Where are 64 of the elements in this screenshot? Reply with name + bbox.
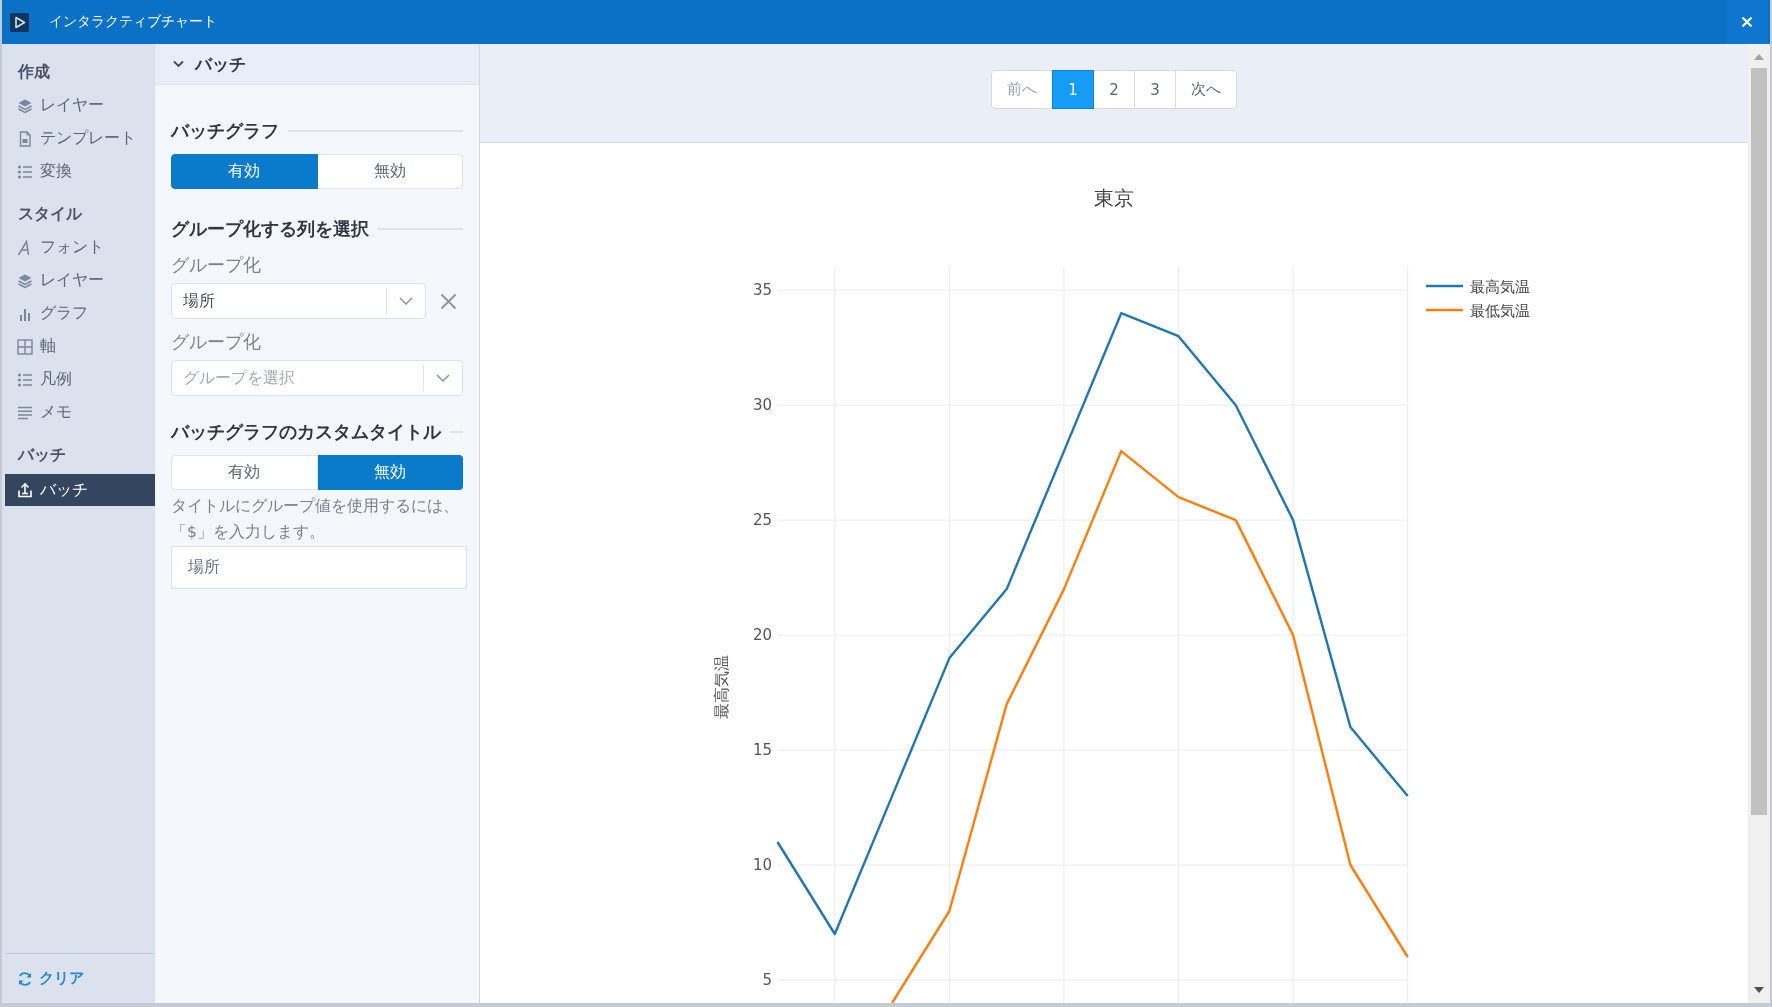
document-icon (17, 130, 33, 147)
chart-title: 東京 (1094, 186, 1134, 210)
y-tick-label: 5 (762, 971, 772, 989)
chevron-down-icon (436, 374, 450, 382)
window-title: インタラクティブチャート (49, 13, 217, 31)
sidebar-item[interactable]: グラフ (5, 297, 155, 330)
y-tick-label: 35 (752, 281, 772, 300)
sidebar-item[interactable]: 凡例 (5, 363, 155, 396)
y-tick-label: 20 (752, 626, 772, 645)
sidebar-section-title: スタイル (17, 203, 83, 225)
y-tick-label: 15 (752, 741, 772, 760)
section-heading: バッチグラフのカスタムタイトル (171, 421, 441, 444)
sidebar-item[interactable]: バッチ (5, 474, 155, 506)
field-label: グループ化 (171, 331, 262, 354)
sidebar-item[interactable]: メモ (5, 396, 155, 429)
sidebar-item[interactable]: レイヤー (5, 89, 155, 122)
sidebar-item[interactable]: 軸 (5, 330, 155, 363)
refresh-icon (17, 970, 33, 987)
y-tick-label: 10 (752, 856, 772, 875)
layers-icon (17, 97, 33, 114)
section-heading: グループ化する列を選択 (171, 218, 369, 241)
layers-icon (17, 272, 33, 289)
field-label: グループ化 (171, 254, 262, 277)
scrollbar[interactable] (1748, 44, 1770, 1003)
list-icon (17, 163, 33, 180)
section-heading: バッチグラフ (171, 120, 279, 143)
scroll-up-arrow-icon[interactable] (1754, 54, 1764, 60)
toggle-option[interactable]: 無効 (317, 455, 463, 490)
text-lines-icon (17, 404, 33, 421)
page-button[interactable]: 2 (1093, 70, 1135, 109)
legend-label[interactable]: 最低気温 (1470, 301, 1530, 320)
tray-arrow-icon (17, 482, 33, 498)
scrollbar-thumb[interactable] (1751, 68, 1767, 815)
sidebar-section-title: 作成 (16, 61, 51, 83)
sidebar-item[interactable]: テンプレート (5, 122, 155, 155)
panel-header[interactable]: バッチ (155, 44, 479, 85)
y-tick-label: 30 (752, 396, 772, 415)
help-text: タイトルにグループ値を使用するには、「$」を入力します。 (171, 496, 460, 543)
scroll-down-arrow-icon[interactable] (1754, 987, 1764, 993)
close-button[interactable] (1726, 0, 1768, 44)
legend-label[interactable]: 最高気温 (1470, 277, 1530, 296)
chevron-down-icon (173, 60, 184, 68)
page-button[interactable]: 3 (1134, 70, 1176, 109)
next-page-button[interactable]: 次へ (1175, 70, 1237, 109)
list-icon (17, 371, 33, 388)
chevron-down-icon (399, 297, 413, 305)
close-icon (1741, 16, 1753, 28)
sidebar-item[interactable]: レイヤー (5, 264, 155, 297)
cross-icon[interactable] (440, 292, 457, 310)
title-input[interactable]: 場所 (171, 546, 467, 589)
play-logo-icon (10, 12, 29, 32)
toggle-option[interactable]: 有効 (171, 455, 318, 490)
grid-icon (17, 338, 33, 355)
dropdown[interactable]: グループを選択 (171, 360, 463, 396)
sidebar-item[interactable]: フォント (5, 231, 155, 264)
page-button[interactable]: 1 (1052, 70, 1094, 109)
y-axis-title: 最高気温 (712, 655, 731, 719)
sidebar-item[interactable]: 変換 (5, 155, 155, 188)
sidebar-section-title: バッチ (16, 444, 67, 466)
y-tick-label: 25 (752, 511, 772, 530)
toggle-option[interactable]: 有効 (171, 154, 318, 189)
toggle-option[interactable]: 無効 (317, 154, 463, 189)
dropdown[interactable]: 場所 (171, 283, 426, 319)
clear-button[interactable]: クリア (17, 969, 84, 988)
